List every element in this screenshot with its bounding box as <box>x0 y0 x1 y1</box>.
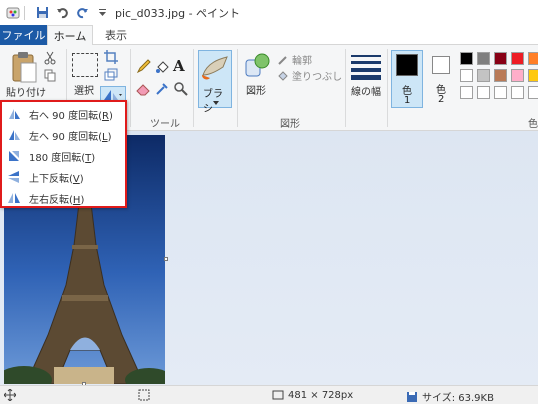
paint-app-icon[interactable] <box>6 6 20 20</box>
shapes-group-label: 図形 <box>280 119 300 130</box>
palette-color-empty[interactable] <box>477 86 490 99</box>
color2-button[interactable]: 色 2 <box>428 50 454 108</box>
copy-icon[interactable] <box>44 69 56 82</box>
image-dimensions-text: 481 × 728px <box>288 389 354 401</box>
menu-item-rotate-right-90[interactable]: 右へ 90 度回転(R) <box>4 104 125 124</box>
ribbon-tabs: ファイル ホーム 表示 <box>0 25 538 46</box>
paste-icon[interactable] <box>8 51 38 85</box>
menu-item-rotate-left-90[interactable]: 左へ 90 度回転(L) <box>4 125 125 145</box>
cut-icon[interactable] <box>44 51 56 65</box>
pencil-icon[interactable] <box>136 59 151 74</box>
palette-color-light-gray[interactable] <box>477 69 490 82</box>
line-width-label[interactable]: 線の幅 <box>351 83 381 98</box>
palette-color-white[interactable] <box>460 69 473 82</box>
menu-item-rotate-180[interactable]: 180 度回転(T) <box>4 146 125 166</box>
flip-vertical-icon <box>7 170 21 184</box>
menu-item-label: 上下反転(V) <box>29 173 84 185</box>
divider <box>387 49 388 127</box>
color2-swatch <box>432 56 450 74</box>
title-bar: pic_d033.jpg - ペイント <box>0 0 538 25</box>
flip-horizontal-icon <box>7 191 21 205</box>
resize-icon[interactable] <box>104 68 118 81</box>
shapes-button-label[interactable]: 図形 <box>246 82 266 97</box>
color1-swatch <box>396 54 418 76</box>
palette-color-orange[interactable] <box>528 52 538 65</box>
palette-color-pink[interactable] <box>511 69 524 82</box>
resize-handle-right[interactable] <box>164 257 168 261</box>
file-size-icon <box>407 391 417 402</box>
menu-item-label: 左右反転(H) <box>29 194 85 206</box>
cursor-position-icon <box>4 389 16 401</box>
palette-color-empty[interactable] <box>528 86 538 99</box>
palette-color-brown[interactable] <box>494 69 507 82</box>
palette-color-empty[interactable] <box>511 86 524 99</box>
menu-item-label: 右へ 90 度回転(R) <box>29 110 113 122</box>
tab-home[interactable]: ホーム <box>47 25 93 46</box>
divider <box>130 49 131 127</box>
rotate-left-icon <box>7 128 21 142</box>
color1-button[interactable]: 色 1 <box>391 50 423 108</box>
fill-icon[interactable] <box>155 59 170 74</box>
image-size-icon <box>272 390 284 400</box>
divider <box>345 49 346 127</box>
undo-icon[interactable] <box>55 6 69 20</box>
rotate-right-icon <box>7 107 21 121</box>
shapes-icon[interactable] <box>244 52 270 78</box>
palette-color-empty[interactable] <box>460 86 473 99</box>
outline-button[interactable]: 輪郭 <box>277 52 312 67</box>
palette-color-gray[interactable] <box>477 52 490 65</box>
color-picker-icon[interactable] <box>155 82 169 96</box>
menu-item-flip-horizontal[interactable]: 左右反転(H) <box>4 188 125 208</box>
status-bar: 481 × 728px サイズ: 63.9KB <box>0 385 538 404</box>
image-dimensions: 481 × 728px <box>272 389 353 401</box>
palette-color-dark-red[interactable] <box>494 52 507 65</box>
brush-label: ブラシ <box>203 89 223 115</box>
menu-item-label: 左へ 90 度回転(L) <box>29 131 112 143</box>
customize-toolbar-icon[interactable] <box>95 6 109 20</box>
file-size-text: サイズ: 63.9KB <box>422 393 494 404</box>
palette-color-gold[interactable] <box>528 69 538 82</box>
divider <box>24 5 25 20</box>
outline-label: 輪郭 <box>292 56 312 67</box>
rotate-180-icon <box>7 149 21 163</box>
redo-icon[interactable] <box>75 6 89 20</box>
line-width-icon[interactable] <box>351 53 381 80</box>
palette-color-red[interactable] <box>511 52 524 65</box>
file-size: サイズ: 63.9KB <box>406 389 494 404</box>
select-icon[interactable] <box>72 53 98 77</box>
fill-button[interactable]: 塗りつぶし <box>277 68 342 83</box>
tab-view[interactable]: 表示 <box>98 25 134 45</box>
menu-item-label: 180 度回転(T) <box>29 152 96 164</box>
rotate-menu: 右へ 90 度回転(R) 左へ 90 度回転(L) 180 度回転(T) 上下反… <box>0 100 127 208</box>
magnifier-icon[interactable] <box>174 82 188 96</box>
window-title: pic_d033.jpg - ペイント <box>115 6 241 20</box>
crop-icon[interactable] <box>104 50 118 64</box>
tools-group-label: ツール <box>150 119 180 130</box>
divider <box>237 49 238 127</box>
text-tool-icon[interactable]: A <box>173 57 185 75</box>
colors-group-label: 色 <box>528 119 538 130</box>
eraser-icon[interactable] <box>136 82 151 96</box>
fill-label: 塗りつぶし <box>292 72 343 83</box>
tab-file[interactable]: ファイル <box>0 25 47 45</box>
palette-color-empty[interactable] <box>494 86 507 99</box>
palette-color-black[interactable] <box>460 52 473 65</box>
color2-number: 2 <box>438 94 445 105</box>
menu-item-flip-vertical[interactable]: 上下反転(V) <box>4 167 125 187</box>
save-icon[interactable] <box>35 6 49 20</box>
select-button-label[interactable]: 選択 <box>74 82 94 97</box>
brush-button[interactable]: ブラシ <box>198 50 232 115</box>
selection-size-icon <box>138 389 150 401</box>
divider <box>193 49 194 127</box>
color1-number: 1 <box>404 95 411 106</box>
paste-button-label[interactable]: 貼り付け <box>6 84 46 99</box>
